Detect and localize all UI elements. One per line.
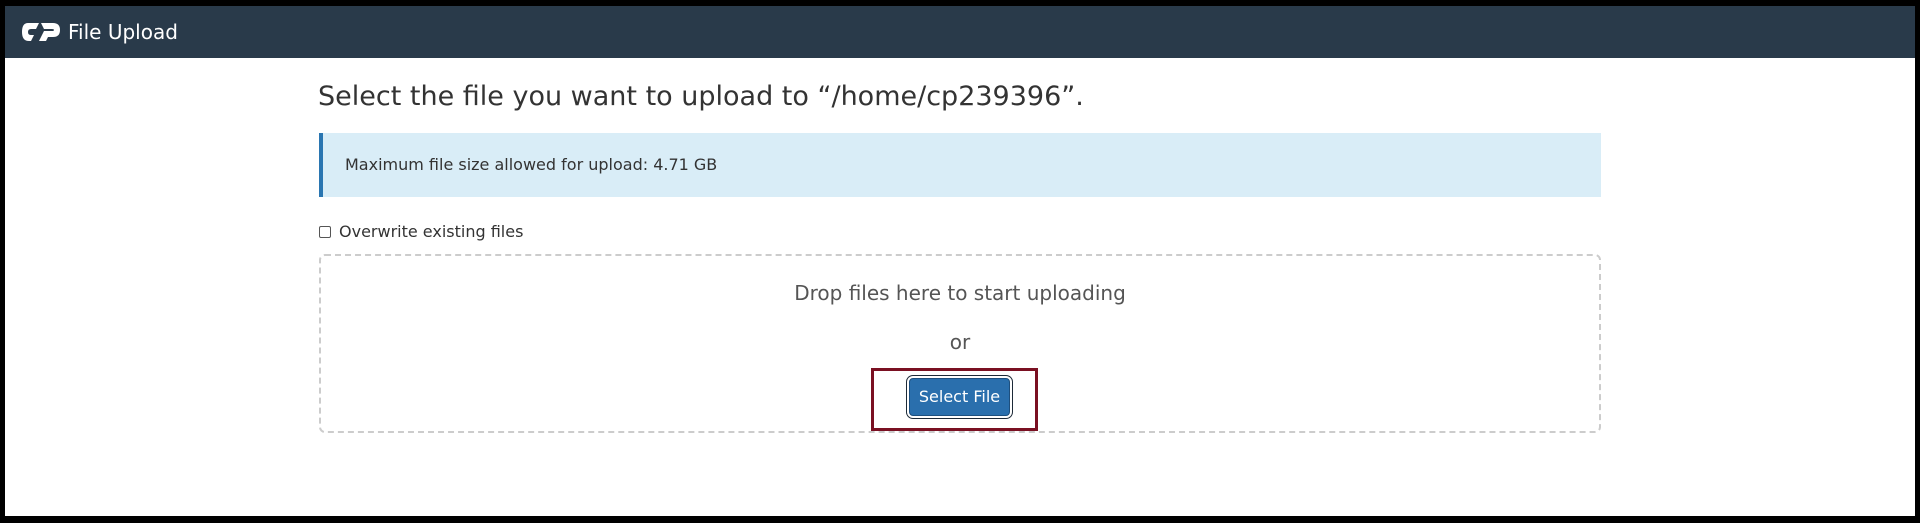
or-text: or [949,330,971,354]
overwrite-label[interactable]: Overwrite existing files [339,222,523,242]
app-title: File Upload [68,20,178,44]
overwrite-checkbox[interactable] [319,226,331,238]
select-file-button[interactable]: Select File [909,378,1010,416]
file-upload-page: File Upload Select the file you want to … [5,6,1915,516]
top-bar: File Upload [5,6,1915,58]
cpanel-logo-icon[interactable] [22,19,62,45]
page-title: Select the file you want to upload to “/… [318,81,1084,112]
alert-text: Maximum file size allowed for upload: 4.… [345,155,718,174]
max-file-size-alert: Maximum file size allowed for upload: 4.… [319,133,1601,197]
drop-zone-text: Drop files here to start uploading [794,281,1126,305]
overwrite-option[interactable]: Overwrite existing files [319,222,523,242]
